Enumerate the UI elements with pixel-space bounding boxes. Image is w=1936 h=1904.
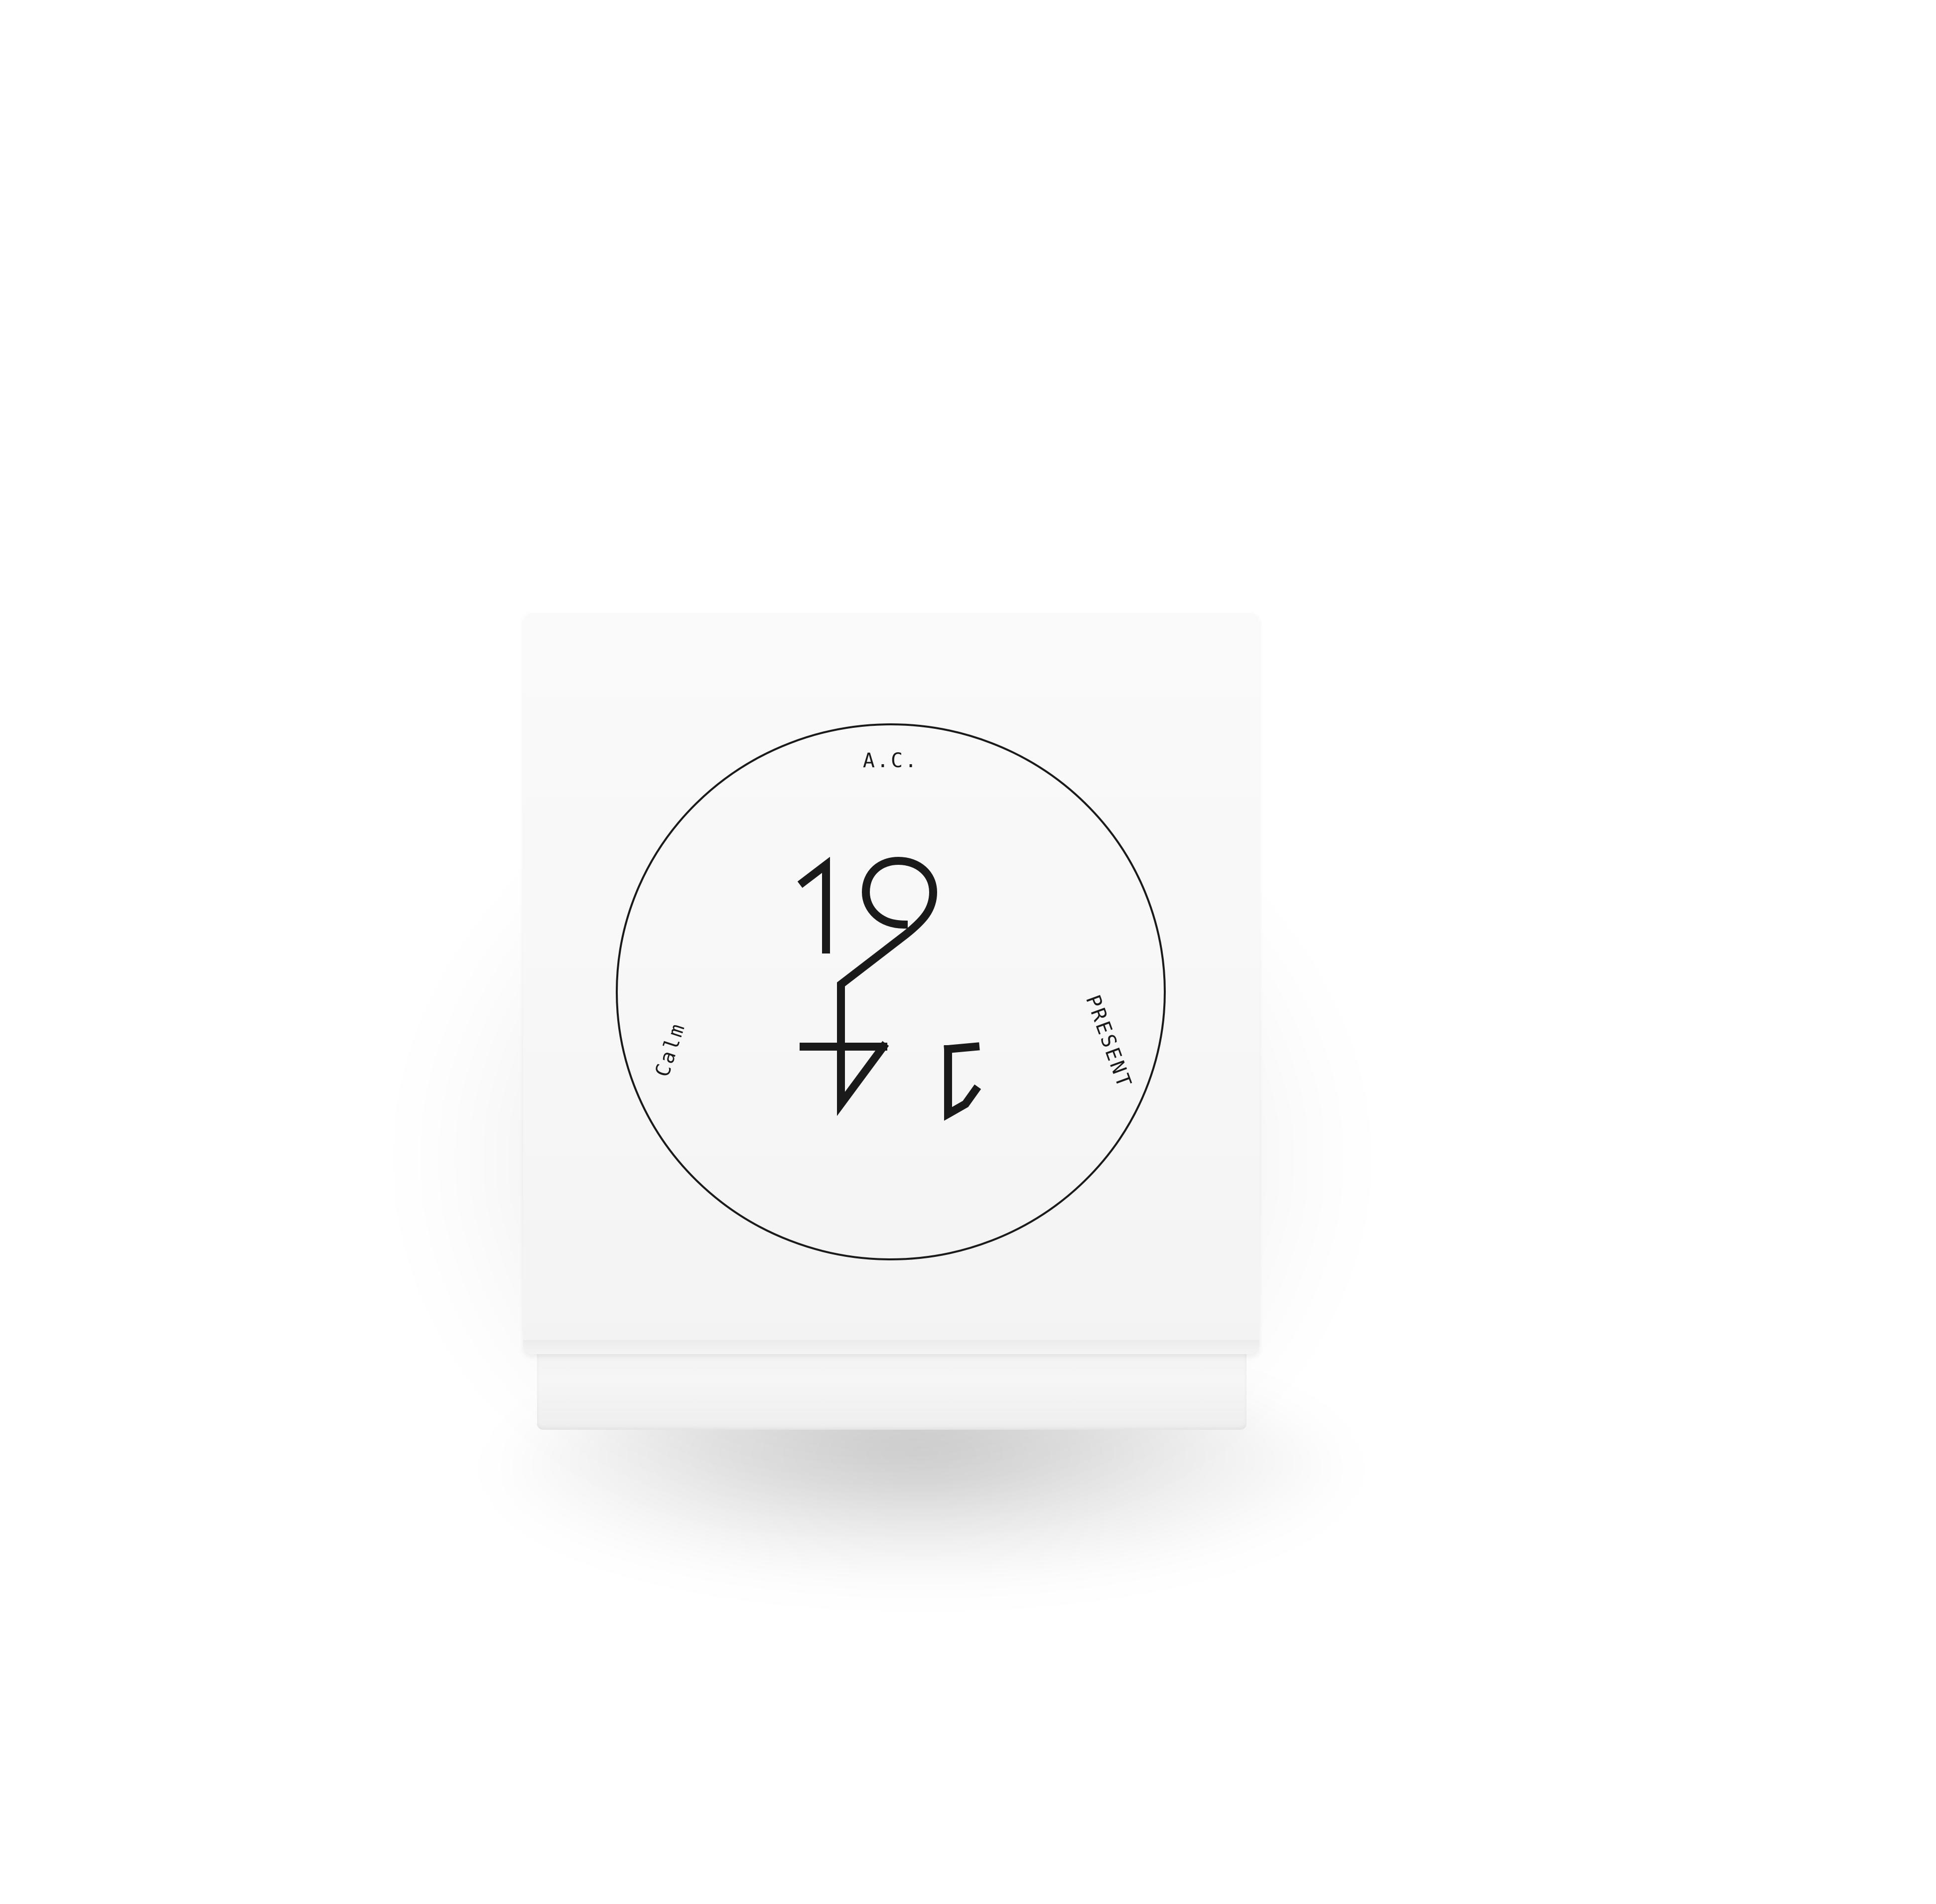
- label-circle: [616, 723, 1166, 1260]
- right-label: PRESENT: [1081, 992, 1136, 1091]
- year-monogram: [797, 856, 981, 1121]
- box-base: [537, 1345, 1246, 1430]
- circular-label: A.C. Calm PRESENT: [612, 720, 1170, 1263]
- top-label: A.C.: [863, 749, 919, 772]
- product-scene: A.C. Calm PRESENT: [0, 0, 1936, 1904]
- box-lid-edge: [523, 1340, 1259, 1354]
- left-label: Calm: [651, 1019, 690, 1080]
